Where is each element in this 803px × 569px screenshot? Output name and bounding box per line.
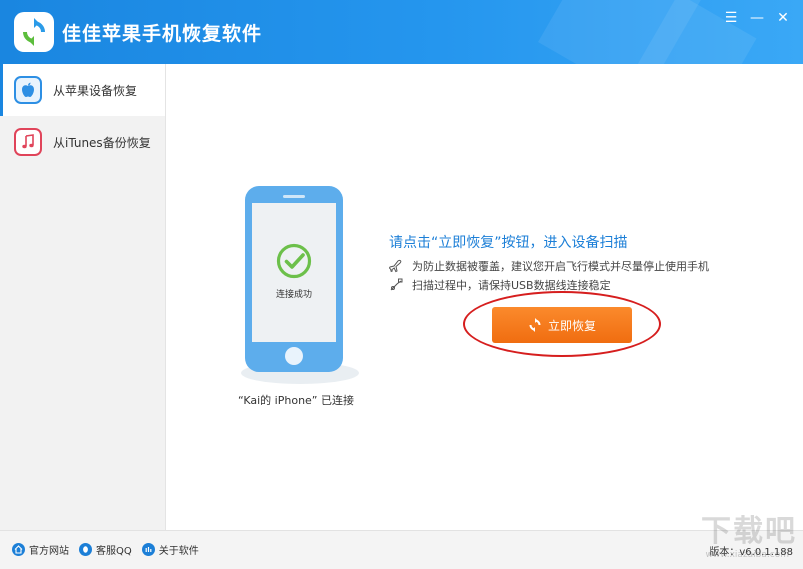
info-icon — [141, 543, 155, 556]
tip-usb-connection: 扫描过程中，请保持USB数据线连接稳定 — [389, 277, 611, 293]
phone-body: 连接成功 — [245, 186, 343, 372]
minimize-button[interactable]: — — [749, 10, 765, 26]
footer-bar: 官方网站 客服QQ 关于软件 版本：v6.0.1.188 — [0, 530, 803, 569]
recover-now-button[interactable]: 立即恢复 — [492, 307, 632, 343]
refresh-icon — [529, 318, 541, 332]
tip-airplane-mode: 为防止数据被覆盖，建议您开启飞行模式并尽量停止使用手机 — [389, 258, 709, 274]
footer-link-label: 客服QQ — [96, 546, 132, 557]
check-circle-icon — [276, 243, 312, 279]
close-button[interactable]: ✕ — [775, 10, 791, 26]
watermark-url: www.xiazaiba.com — [705, 550, 789, 560]
sidebar-item-label: 从iTunes备份恢复 — [53, 135, 151, 150]
footer-link-label: 官方网站 — [29, 546, 69, 557]
instruction-headline: 请点击“立即恢复”按钮，进入设备扫描 — [389, 235, 628, 251]
main-panel: 连接成功 “Kai的 iPhone” 已连接 请点击“立即恢复”按钮，进入设备扫… — [167, 64, 803, 530]
footer-link-support-qq[interactable]: 客服QQ — [79, 542, 132, 557]
refresh-logo-icon — [23, 18, 45, 46]
airplane-icon — [389, 259, 402, 273]
phone-illustration: 连接成功 — [229, 184, 359, 414]
home-icon — [12, 543, 25, 556]
footer-link-official-site[interactable]: 官方网站 — [12, 542, 69, 557]
watermark-logo: 下载吧 — [701, 514, 797, 549]
usb-cable-icon — [390, 278, 403, 291]
window-controls: ☰ — ✕ — [723, 10, 791, 26]
sidebar-item-label: 从苹果设备恢复 — [53, 83, 138, 98]
recover-button-label: 立即恢复 — [547, 318, 596, 333]
title-bar: 佳佳苹果手机恢复软件 ☰ — ✕ — [0, 0, 803, 64]
device-connected-label: “Kai的 iPhone” 已连接 — [238, 394, 354, 407]
sidebar-item-apple-device[interactable]: 从苹果设备恢复 — [0, 64, 165, 116]
sidebar-item-itunes-backup[interactable]: 从iTunes备份恢复 — [0, 116, 165, 168]
footer-links: 官方网站 客服QQ 关于软件 — [12, 542, 199, 557]
itunes-music-icon — [14, 128, 42, 156]
phone-speaker — [283, 195, 305, 198]
apple-icon — [14, 76, 42, 104]
footer-link-label: 关于软件 — [158, 546, 199, 557]
tip-text: 扫描过程中，请保持USB数据线连接稳定 — [412, 279, 611, 292]
sidebar: 从苹果设备恢复 从iTunes备份恢复 — [0, 64, 166, 530]
tip-text: 为防止数据被覆盖，建议您开启飞行模式并尽量停止使用手机 — [412, 260, 709, 273]
phone-screen: 连接成功 — [252, 203, 336, 342]
menu-icon[interactable]: ☰ — [723, 10, 739, 26]
footer-link-about[interactable]: 关于软件 — [141, 542, 199, 557]
app-logo — [14, 12, 54, 52]
phone-home-button — [285, 347, 303, 365]
connection-status: 连接成功 — [275, 290, 312, 300]
qq-icon — [79, 543, 92, 556]
app-title: 佳佳苹果手机恢复软件 — [62, 23, 263, 45]
